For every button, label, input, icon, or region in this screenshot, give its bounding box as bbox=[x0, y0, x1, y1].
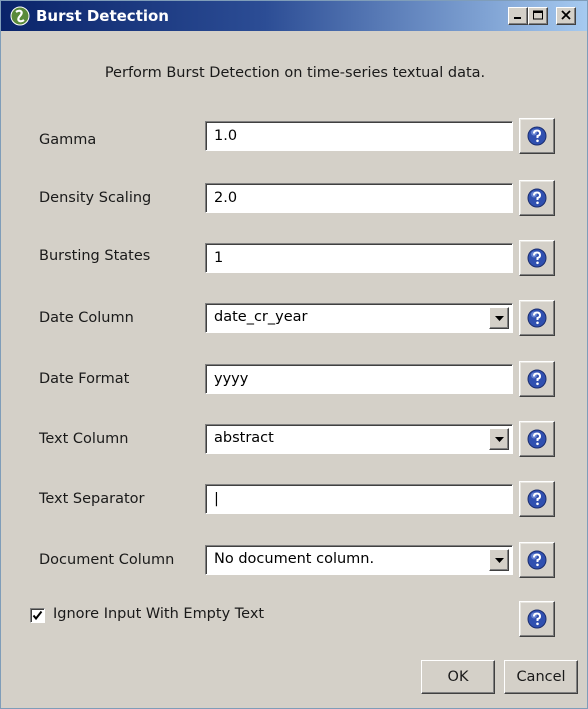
minimize-button[interactable] bbox=[508, 7, 528, 25]
chevron-down-icon bbox=[495, 316, 504, 321]
gamma-label: Gamma bbox=[39, 132, 97, 148]
ok-button[interactable]: OK bbox=[421, 660, 495, 694]
date-column-help-button[interactable] bbox=[519, 300, 555, 336]
density-scaling-help-button[interactable] bbox=[519, 180, 555, 216]
text-column-dropdown-button[interactable] bbox=[489, 428, 509, 450]
window-title: Burst Detection bbox=[36, 7, 169, 25]
question-mark-icon bbox=[527, 489, 547, 509]
question-mark-icon bbox=[527, 248, 547, 268]
gamma-help-button[interactable] bbox=[519, 118, 555, 154]
bursting-states-input[interactable] bbox=[205, 243, 513, 273]
title-bar[interactable]: Burst Detection bbox=[1, 1, 587, 31]
text-column-help-button[interactable] bbox=[519, 421, 555, 457]
ignore-empty-text-help-button[interactable] bbox=[519, 601, 555, 637]
question-mark-icon bbox=[527, 550, 547, 570]
question-mark-icon bbox=[527, 188, 547, 208]
date-column-label: Date Column bbox=[39, 310, 134, 326]
question-mark-icon bbox=[527, 369, 547, 389]
burst-detection-dialog: Burst Detection Perform Burst Detection … bbox=[0, 0, 588, 709]
text-separator-label: Text Separator bbox=[39, 491, 145, 507]
question-mark-icon bbox=[527, 609, 547, 629]
document-column-dropdown-button[interactable] bbox=[489, 549, 509, 571]
text-separator-input[interactable] bbox=[205, 484, 513, 514]
app-icon bbox=[10, 6, 30, 26]
question-mark-icon bbox=[527, 126, 547, 146]
chevron-down-icon bbox=[495, 437, 504, 442]
text-separator-help-button[interactable] bbox=[519, 481, 555, 517]
date-column-dropdown-button[interactable] bbox=[489, 307, 509, 329]
text-column-value: abstract bbox=[214, 430, 274, 446]
text-column-select[interactable]: abstract bbox=[205, 424, 513, 454]
date-format-label: Date Format bbox=[39, 371, 130, 387]
text-column-label: Text Column bbox=[39, 431, 129, 447]
cancel-button[interactable]: Cancel bbox=[504, 660, 578, 694]
close-button[interactable] bbox=[556, 7, 576, 25]
document-column-select[interactable]: No document column. bbox=[205, 545, 513, 575]
document-column-value: No document column. bbox=[214, 551, 375, 567]
dialog-description: Perform Burst Detection on time-series t… bbox=[104, 65, 486, 81]
maximize-icon bbox=[533, 10, 543, 20]
question-mark-icon bbox=[527, 308, 547, 328]
checkmark-icon bbox=[32, 610, 43, 621]
density-scaling-input[interactable] bbox=[205, 183, 513, 213]
maximize-button[interactable] bbox=[528, 7, 548, 25]
date-column-value: date_cr_year bbox=[214, 309, 308, 325]
minimize-icon bbox=[514, 17, 521, 19]
ignore-empty-text-checkbox[interactable] bbox=[30, 608, 45, 623]
question-mark-icon bbox=[527, 429, 547, 449]
document-column-label: Document Column bbox=[39, 552, 175, 568]
ignore-empty-text-label[interactable]: Ignore Input With Empty Text bbox=[53, 606, 264, 622]
chevron-down-icon bbox=[495, 558, 504, 563]
document-column-help-button[interactable] bbox=[519, 542, 555, 578]
close-icon bbox=[561, 10, 571, 20]
date-column-select[interactable]: date_cr_year bbox=[205, 303, 513, 333]
bursting-states-label: Bursting States bbox=[39, 248, 151, 264]
gamma-input[interactable] bbox=[205, 121, 513, 151]
date-format-input[interactable] bbox=[205, 364, 513, 394]
bursting-states-help-button[interactable] bbox=[519, 240, 555, 276]
density-scaling-label: Density Scaling bbox=[39, 190, 152, 206]
date-format-help-button[interactable] bbox=[519, 361, 555, 397]
